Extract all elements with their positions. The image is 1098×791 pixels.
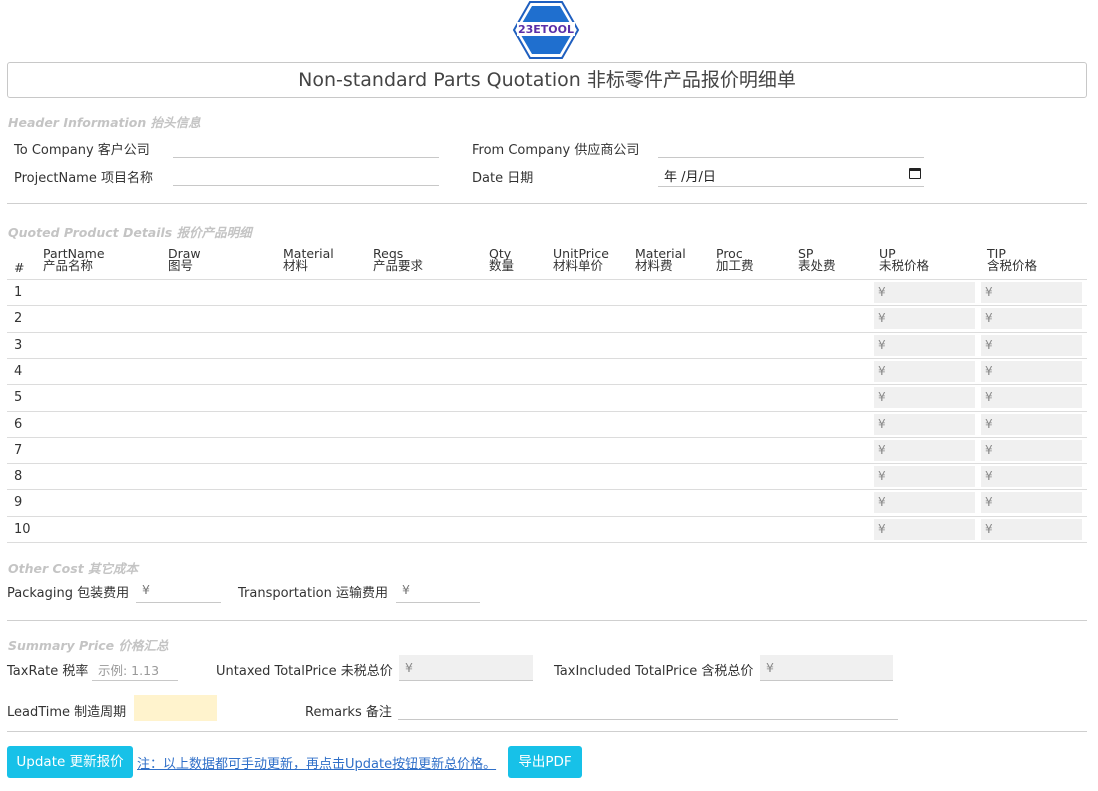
column-header-unitprice: UnitPrice 材料单价: [553, 246, 609, 273]
column-header-tip: TIP 含税价格: [987, 246, 1038, 273]
table-row-divider: [7, 489, 1087, 490]
tax-included-price-cell[interactable]: ¥: [981, 519, 1082, 540]
to-company-input[interactable]: [173, 134, 439, 158]
table-row-divider: [7, 279, 1087, 280]
tax-included-price-cell[interactable]: ¥: [981, 335, 1082, 356]
details-section-label: Quoted Product Details 报价产品明细: [8, 225, 252, 240]
column-header-sp: SP 表处费: [798, 246, 836, 273]
tax-rate-input[interactable]: 示例: 1.13: [92, 655, 178, 681]
tax-included-total-label: TaxIncluded TotalPrice 含税总价: [554, 664, 754, 679]
column-header-material-cost: Material 材料费: [635, 246, 686, 273]
table-row-divider: [7, 411, 1087, 412]
untaxed-price-cell[interactable]: ¥: [874, 466, 975, 487]
tax-included-price-cell[interactable]: ¥: [981, 466, 1082, 487]
summary-section-label: Summary Price 价格汇总: [8, 638, 169, 653]
divider: [7, 731, 1087, 732]
untaxed-price-cell[interactable]: ¥: [874, 492, 975, 513]
update-button[interactable]: Update 更新报价: [7, 746, 133, 778]
row-number: 8: [14, 469, 23, 484]
table-row-divider: [7, 542, 1087, 543]
row-number: 1: [14, 285, 23, 300]
column-header-index: #: [14, 260, 25, 275]
untaxed-price-cell[interactable]: ¥: [874, 440, 975, 461]
tax-included-price-cell[interactable]: ¥: [981, 414, 1082, 435]
column-header-reqs: Reqs 产品要求: [373, 246, 424, 273]
table-row-divider: [7, 516, 1087, 517]
column-header-up: UP 未税价格: [879, 246, 930, 273]
untaxed-total-label: Untaxed TotalPrice 未税总价: [216, 664, 393, 679]
row-number: 6: [14, 417, 23, 432]
row-number: 9: [14, 495, 23, 510]
lead-time-label: LeadTime 制造周期: [7, 705, 127, 720]
divider: [7, 620, 1087, 621]
table-row-divider: [7, 463, 1087, 464]
svg-text:23ETOOL: 23ETOOL: [518, 23, 574, 36]
lead-time-input[interactable]: [134, 695, 217, 721]
date-value: 年 /月/日: [664, 170, 716, 185]
tax-included-price-cell[interactable]: ¥: [981, 282, 1082, 303]
tax-rate-label: TaxRate 税率: [7, 664, 89, 679]
untaxed-price-cell[interactable]: ¥: [874, 414, 975, 435]
column-header-draw: Draw 图号: [168, 246, 201, 273]
export-pdf-button[interactable]: 导出PDF: [508, 746, 582, 778]
table-row-divider: [7, 358, 1087, 359]
date-label: Date 日期: [472, 171, 534, 186]
other-cost-section-label: Other Cost 其它成本: [8, 561, 139, 576]
date-input[interactable]: 年 /月/日: [658, 162, 924, 187]
tax-included-price-cell[interactable]: ¥: [981, 308, 1082, 329]
untaxed-total-input[interactable]: ¥: [399, 655, 533, 681]
packaging-input[interactable]: ¥: [136, 577, 221, 603]
tax-included-price-cell[interactable]: ¥: [981, 492, 1082, 513]
untaxed-price-cell[interactable]: ¥: [874, 308, 975, 329]
column-header-material: Material 材料: [283, 246, 334, 273]
table-row-divider: [7, 384, 1087, 385]
remarks-input[interactable]: [398, 696, 898, 720]
table-row-divider: [7, 332, 1087, 333]
table-row-divider: [7, 305, 1087, 306]
untaxed-price-cell[interactable]: ¥: [874, 282, 975, 303]
tax-included-total-input[interactable]: ¥: [760, 655, 893, 681]
tax-included-price-cell[interactable]: ¥: [981, 361, 1082, 382]
column-header-qty: Qty 数量: [489, 246, 515, 273]
transportation-label: Transportation 运输费用: [238, 586, 389, 601]
row-number: 3: [14, 338, 23, 353]
untaxed-price-cell[interactable]: ¥: [874, 335, 975, 356]
divider: [7, 203, 1087, 204]
remarks-label: Remarks 备注: [305, 705, 392, 720]
logo: 23ETOOL: [512, 0, 580, 60]
row-number: 4: [14, 364, 23, 379]
untaxed-price-cell[interactable]: ¥: [874, 519, 975, 540]
untaxed-price-cell[interactable]: ¥: [874, 387, 975, 408]
header-section-label: Header Information 抬头信息: [8, 115, 201, 130]
packaging-label: Packaging 包装费用: [7, 586, 130, 601]
table-row-divider: [7, 437, 1087, 438]
transportation-input[interactable]: ¥: [396, 577, 480, 603]
row-number: 7: [14, 443, 23, 458]
untaxed-price-cell[interactable]: ¥: [874, 361, 975, 382]
to-company-label: To Company 客户公司: [14, 143, 150, 158]
tax-included-price-cell[interactable]: ¥: [981, 387, 1082, 408]
project-name-label: ProjectName 项目名称: [14, 171, 153, 186]
calendar-icon[interactable]: [909, 168, 921, 179]
update-note-link[interactable]: 注：以上数据都可手动更新，再点击Update按钮更新总价格。: [137, 753, 496, 772]
column-header-proc: Proc 加工费: [716, 246, 754, 273]
project-name-input[interactable]: [173, 162, 439, 186]
row-number: 5: [14, 390, 23, 405]
tax-included-price-cell[interactable]: ¥: [981, 440, 1082, 461]
from-company-input[interactable]: [658, 134, 924, 158]
row-number: 2: [14, 311, 23, 326]
row-number: 10: [14, 522, 31, 537]
column-header-partname: PartName 产品名称: [43, 246, 105, 273]
page-title: Non-standard Parts Quotation 非标零件产品报价明细单: [7, 62, 1087, 98]
from-company-label: From Company 供应商公司: [472, 143, 640, 158]
